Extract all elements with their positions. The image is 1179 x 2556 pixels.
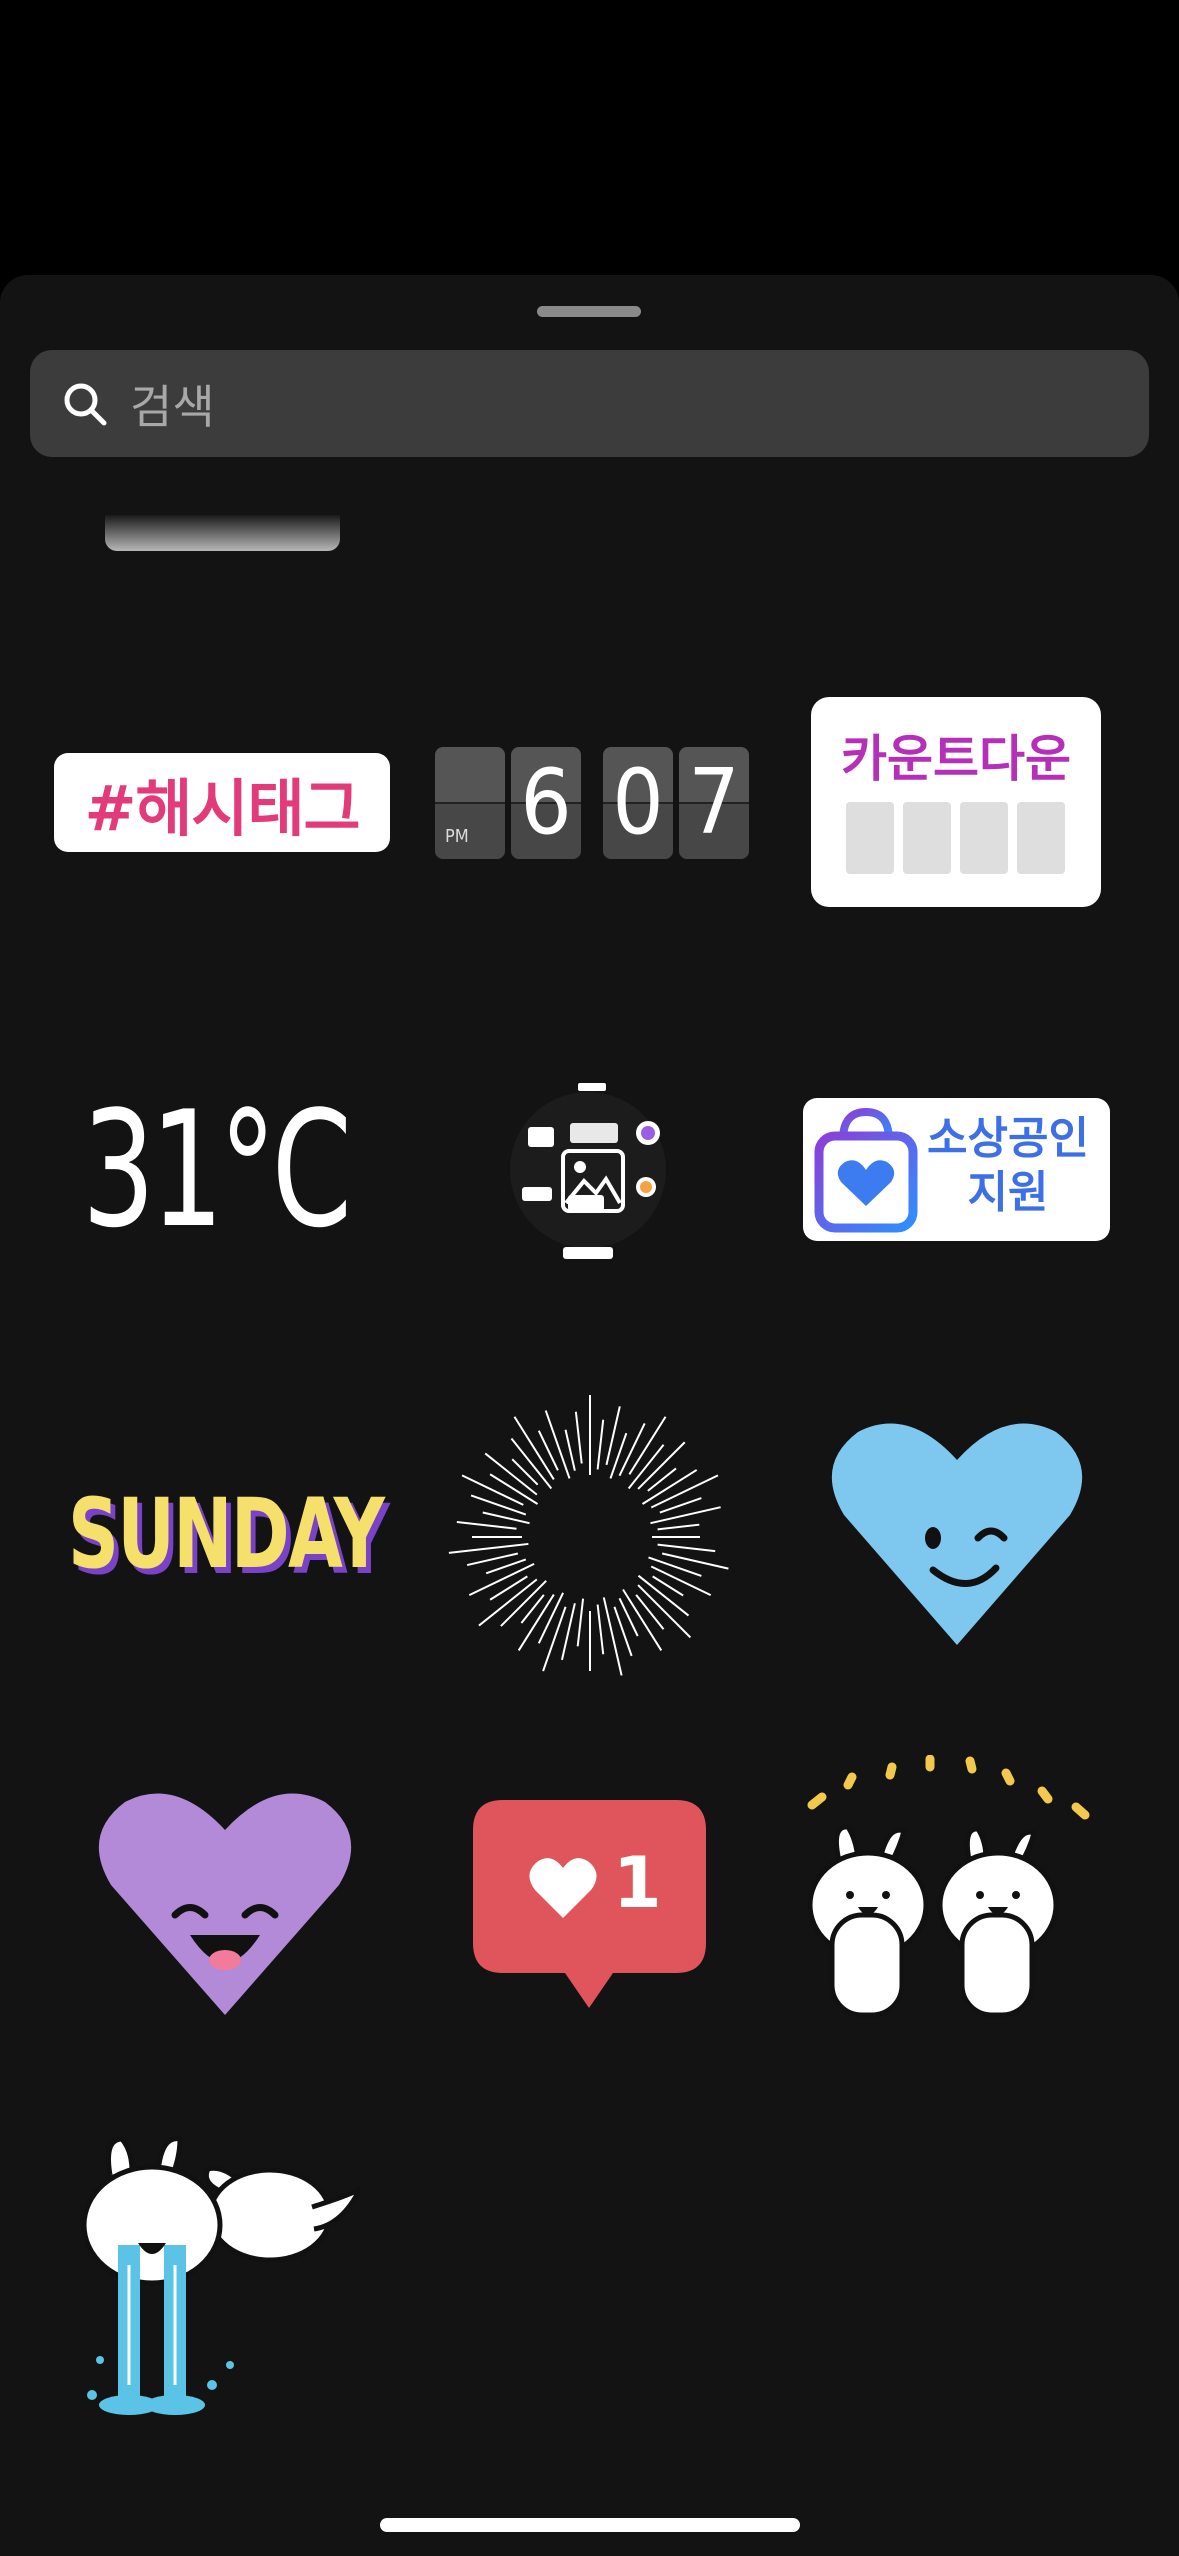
sticker-partial-top[interactable]	[105, 515, 340, 551]
sticker-clapping-rabbits[interactable]	[800, 1755, 1100, 2045]
small-business-label: 소상공인 지원	[927, 1113, 1089, 1218]
sticker-crying-rabbits[interactable]	[80, 2125, 360, 2425]
sticker-small-business[interactable]: 소상공인 지원	[803, 1098, 1110, 1241]
search-bar[interactable]: 검색	[30, 350, 1149, 457]
sticker-countdown[interactable]: 카운트다운	[811, 697, 1101, 907]
clock-minute-ones-tile: 7	[679, 747, 749, 859]
clock-hour-tile: 6	[511, 747, 581, 859]
clock-ampm-label: PM	[445, 826, 469, 847]
like-bubble-shape	[473, 1800, 706, 2008]
sticker-laughing-purple-heart[interactable]	[95, 1790, 355, 2020]
countdown-boxes	[846, 802, 1065, 874]
clock-ampm-tile: PM	[435, 747, 505, 859]
search-icon	[64, 383, 107, 425]
sheet-grabber[interactable]	[537, 306, 641, 317]
clock-minute-tens-tile: 0	[603, 747, 673, 859]
countdown-label: 카운트다운	[841, 730, 1071, 788]
shopping-bag-icon	[814, 1107, 918, 1233]
like-count: 1	[613, 1842, 662, 1924]
sticker-add-yours[interactable]	[508, 1075, 668, 1265]
sticker-clock[interactable]: PM 6 0 7	[435, 747, 749, 859]
sticker-hashtag[interactable]: #해시태그	[54, 753, 390, 852]
home-indicator[interactable]	[380, 2518, 800, 2532]
sticker-day[interactable]: SUNDAY	[68, 1478, 385, 1590]
sticker-like-count[interactable]: 1	[473, 1800, 706, 2013]
sticker-winking-blue-heart[interactable]	[828, 1420, 1086, 1650]
search-placeholder: 검색	[130, 379, 215, 434]
sticker-starburst[interactable]	[435, 1390, 745, 1685]
sticker-temperature[interactable]: 31°C	[82, 1090, 352, 1250]
